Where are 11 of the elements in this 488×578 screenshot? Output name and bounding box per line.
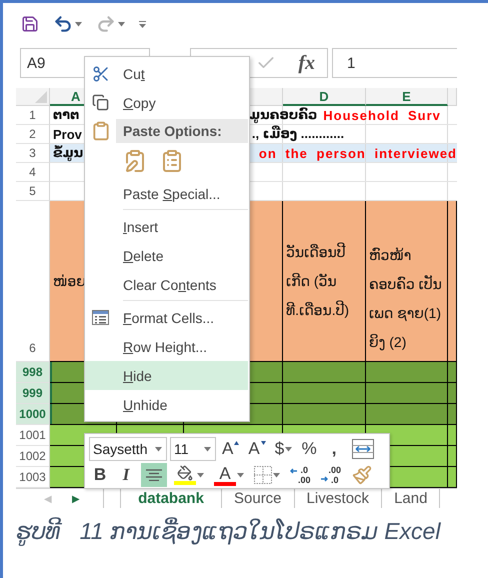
cell-text: Prov: [52, 126, 82, 142]
header-cell: ຫົວໜ້າ ຄອບຄົວ ເປັນເພດ ຊາຍ(1) ຍິງ (2): [366, 201, 448, 362]
header-cell: ວັນເດືອນປີ ເກີດ (ວັນ ທີ.ເດືອນ.ປີ): [283, 201, 366, 362]
cell-text: ຂໍ້ມູນ: [52, 145, 84, 161]
cell-text: Household Surv: [323, 108, 441, 122]
menu-section-header: Paste Options:: [116, 119, 248, 143]
cell-text: ຕາຕ: [52, 107, 80, 123]
cell-text: on the person interviewed: [258, 146, 457, 160]
cell-text: ມູນຄອບຄົວ: [249, 107, 318, 123]
figure-caption: ຮູບທີ 11 ການເຊື່ອງແຖວໃນໂປຣແກຣມ Excel: [16, 518, 442, 545]
cell-text: ., ເມືອງ ............: [252, 126, 344, 142]
